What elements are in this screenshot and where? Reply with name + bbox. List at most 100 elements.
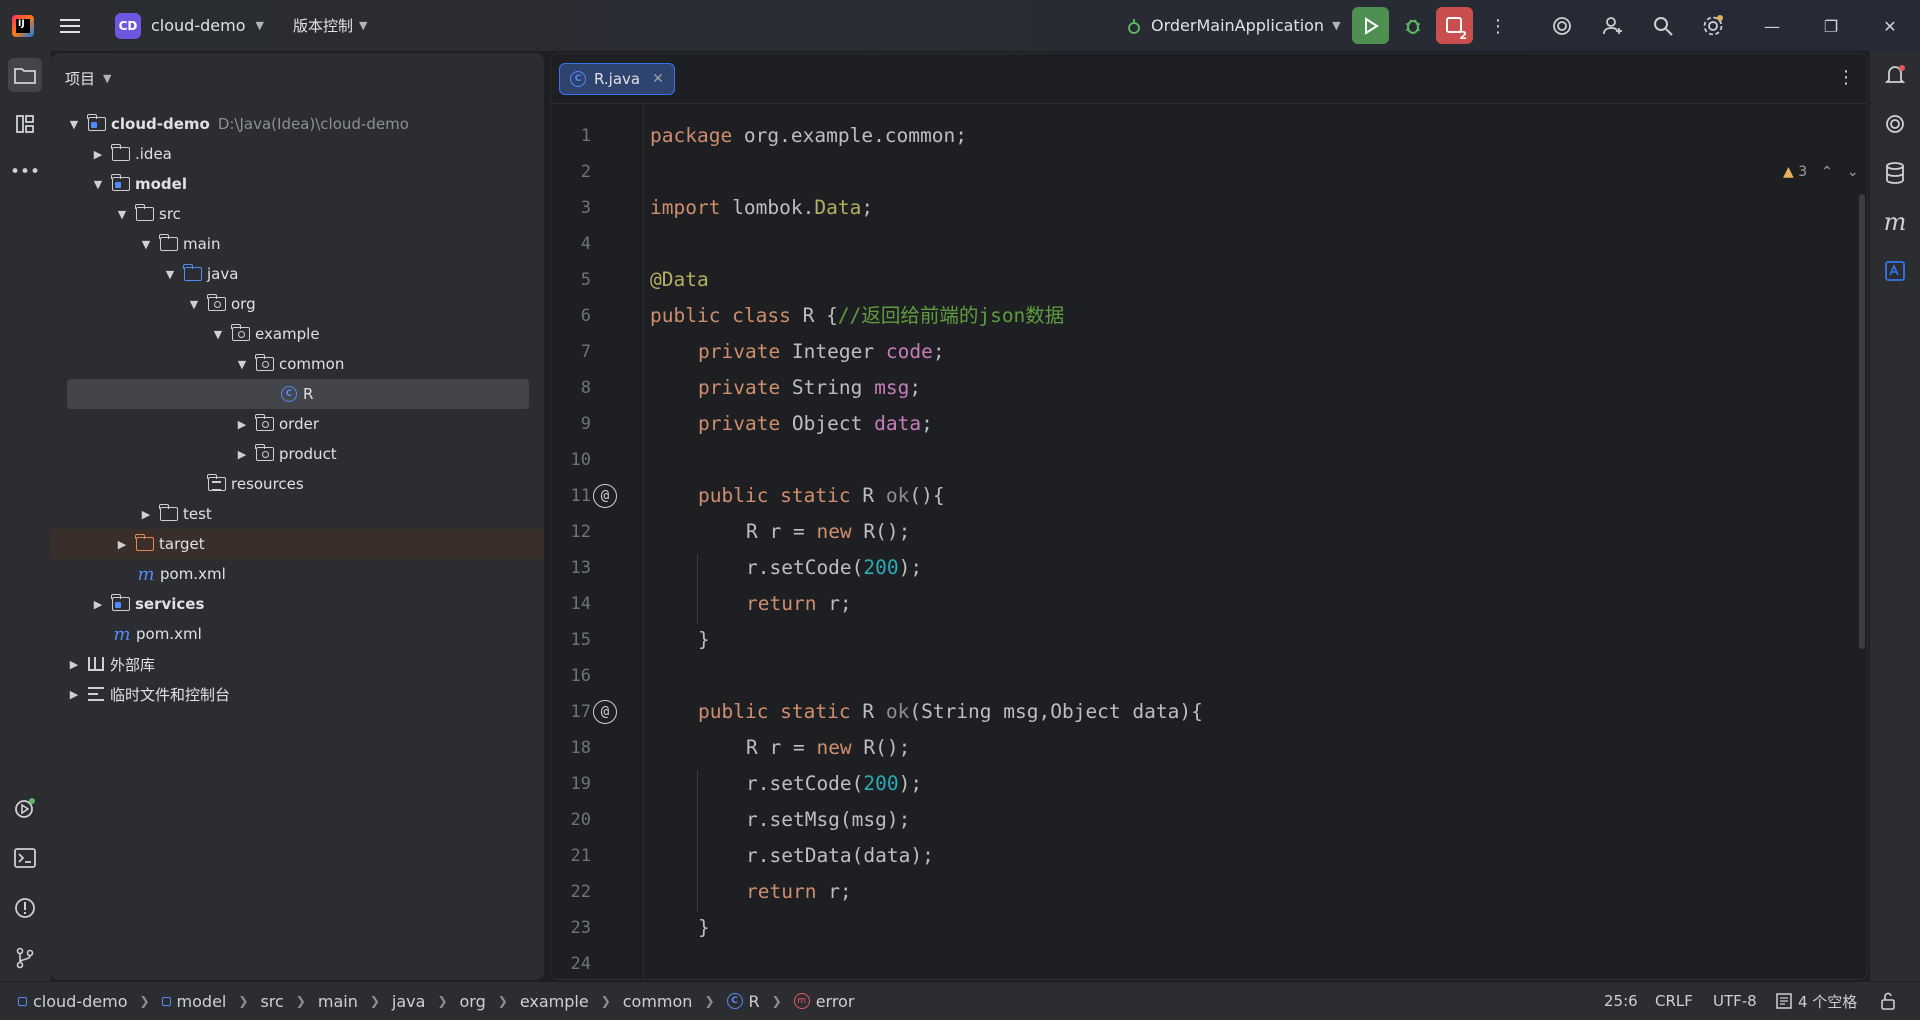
tree-node[interactable]: ▶ product xyxy=(51,439,544,469)
tab-r-java[interactable]: C R.java ✕ xyxy=(559,63,675,95)
tree-node[interactable]: ▼ java xyxy=(51,259,544,289)
breadcrumb-item[interactable]: cloud-demo xyxy=(33,992,127,1011)
breadcrumb-item[interactable]: R xyxy=(749,992,760,1011)
breadcrumb-item[interactable]: src xyxy=(260,992,283,1011)
warning-icon: ▲ xyxy=(1783,164,1794,180)
tab-options-button[interactable]: ⋮ xyxy=(1837,67,1855,88)
line-separator[interactable]: CRLF xyxy=(1655,982,1693,1020)
project-view-selector[interactable]: 项目 ▼ xyxy=(65,68,111,89)
read-only-toggle[interactable] xyxy=(1880,982,1896,1020)
tree-node[interactable]: ▶ 外部库 xyxy=(51,649,544,679)
indent-setting[interactable]: 4 个空格 xyxy=(1776,982,1857,1020)
breadcrumb-item[interactable]: org xyxy=(460,992,486,1011)
chevron-right-icon[interactable]: ▶ xyxy=(90,148,106,161)
problems-tool-button[interactable] xyxy=(8,891,42,925)
run-button[interactable] xyxy=(1352,7,1389,44)
stop-button[interactable]: 2 xyxy=(1436,7,1473,44)
more-tool-windows-button[interactable]: ••• xyxy=(8,155,42,189)
code-area[interactable]: 1 2 3 4 5 6 7 8 9 10 11 12 13 14 15 16 1… xyxy=(551,104,1867,979)
breadcrumb-item[interactable]: main xyxy=(318,992,358,1011)
tab-label: R.java xyxy=(594,70,641,88)
vertical-scrollbar[interactable] xyxy=(1859,194,1865,649)
tree-node[interactable]: ▼ main xyxy=(51,229,544,259)
tree-node[interactable]: ▶ test xyxy=(51,499,544,529)
code-with-me-button[interactable] xyxy=(1599,12,1627,40)
chevron-down-icon[interactable]: ▼ xyxy=(138,238,154,251)
structure-tool-button[interactable] xyxy=(8,107,42,141)
tree-node[interactable]: ▼ common xyxy=(51,349,544,379)
previous-highlight-icon[interactable]: ⌃ xyxy=(1821,164,1833,180)
tree-node[interactable]: m pom.xml xyxy=(51,619,544,649)
ai-assistant-button[interactable] xyxy=(1548,12,1576,40)
chevron-down-icon[interactable]: ▼ xyxy=(114,208,130,221)
breadcrumb-item[interactable]: common xyxy=(623,992,693,1011)
next-highlight-icon[interactable]: ⌄ xyxy=(1847,164,1859,180)
chevron-right-icon[interactable]: ▶ xyxy=(114,538,130,551)
vcs-menu[interactable]: 版本控制 ▼ xyxy=(293,0,367,51)
breadcrumb-item[interactable]: example xyxy=(520,992,589,1011)
tree-node[interactable]: resources xyxy=(51,469,544,499)
project-selector[interactable]: CD cloud-demo ▼ xyxy=(115,0,264,51)
chevron-right-icon[interactable]: ▶ xyxy=(90,598,106,611)
main-menu-button[interactable] xyxy=(60,0,88,51)
chevron-down-icon[interactable]: ▼ xyxy=(186,298,202,311)
close-window-button[interactable]: ✕ xyxy=(1876,12,1904,40)
git-tool-button[interactable] xyxy=(8,941,42,975)
chevron-right-icon: ❯ xyxy=(704,994,715,1008)
search-everywhere-button[interactable] xyxy=(1649,12,1677,40)
more-horizontal-icon: ••• xyxy=(9,162,41,182)
notifications-tool-button[interactable] xyxy=(1878,58,1912,92)
at-gutter-icon[interactable]: @ xyxy=(593,700,617,724)
close-tab-icon[interactable]: ✕ xyxy=(652,71,664,87)
chevron-right-icon[interactable]: ▶ xyxy=(234,448,250,461)
at-gutter-icon[interactable]: @ xyxy=(593,484,617,508)
project-tool-button[interactable] xyxy=(8,58,42,92)
cursor-position[interactable]: 25:6 xyxy=(1604,982,1638,1020)
run-configuration-selector[interactable]: OrderMainApplication ▼ xyxy=(1125,0,1341,51)
tree-node[interactable]: ▶ services xyxy=(51,589,544,619)
warning-count[interactable]: ▲ 3 xyxy=(1783,164,1807,180)
tree-node-selected[interactable]: C R xyxy=(67,379,529,409)
chevron-down-icon[interactable]: ▼ xyxy=(90,178,106,191)
tree-node[interactable]: ▶ order xyxy=(51,409,544,439)
chevron-down-icon[interactable]: ▼ xyxy=(234,358,250,371)
chevron-down-icon[interactable]: ▼ xyxy=(66,118,82,131)
file-encoding[interactable]: UTF-8 xyxy=(1713,982,1757,1020)
database-tool-button[interactable] xyxy=(1878,156,1912,190)
debug-button[interactable] xyxy=(1399,12,1427,40)
tree-node-label: pom.xml xyxy=(136,625,202,643)
chevron-right-icon[interactable]: ▶ xyxy=(138,508,154,521)
settings-button[interactable] xyxy=(1699,12,1727,40)
translation-tool-button[interactable] xyxy=(1878,254,1912,288)
tree-node[interactable]: ▶ target xyxy=(51,529,544,559)
more-actions-button[interactable]: ⋮ xyxy=(1484,12,1512,40)
class-icon: C xyxy=(570,71,586,87)
breadcrumb-item[interactable]: java xyxy=(392,992,426,1011)
chevron-down-icon[interactable]: ▼ xyxy=(162,268,178,281)
tree-node[interactable]: m pom.xml xyxy=(51,559,544,589)
chevron-right-icon: ❯ xyxy=(238,994,249,1008)
minimize-button[interactable]: — xyxy=(1758,12,1786,40)
breadcrumb-item[interactable]: error xyxy=(816,992,855,1011)
chevron-right-icon[interactable]: ▶ xyxy=(66,658,82,671)
tree-node[interactable]: ▼ model xyxy=(51,169,544,199)
tree-node[interactable]: ▶ .idea xyxy=(51,139,544,169)
tree-node[interactable]: ▼ cloud-demo D:\Java(Idea)\cloud-demo xyxy=(51,109,544,139)
intellij-logo-icon[interactable]: IJ xyxy=(12,0,38,51)
project-panel-title: 项目 xyxy=(65,70,96,88)
services-tool-button[interactable] xyxy=(8,791,42,825)
breadcrumb-item[interactable]: model xyxy=(177,992,227,1011)
indent-label: 4 个空格 xyxy=(1798,992,1858,1011)
terminal-tool-button[interactable] xyxy=(8,841,42,875)
tree-node[interactable]: ▼ example xyxy=(51,319,544,349)
tree-node[interactable]: ▶ 临时文件和控制台 xyxy=(51,679,544,709)
maven-tool-button[interactable]: m xyxy=(1878,205,1912,239)
inspection-widget[interactable]: ▲ 3 ⌃ ⌄ xyxy=(1783,164,1859,180)
restore-button[interactable]: ❐ xyxy=(1817,12,1845,40)
chevron-right-icon[interactable]: ▶ xyxy=(234,418,250,431)
ai-chat-tool-button[interactable] xyxy=(1878,107,1912,141)
tree-node[interactable]: ▼ src xyxy=(51,199,544,229)
chevron-down-icon[interactable]: ▼ xyxy=(210,328,226,341)
tree-node[interactable]: ▼ org xyxy=(51,289,544,319)
chevron-right-icon[interactable]: ▶ xyxy=(66,688,82,701)
